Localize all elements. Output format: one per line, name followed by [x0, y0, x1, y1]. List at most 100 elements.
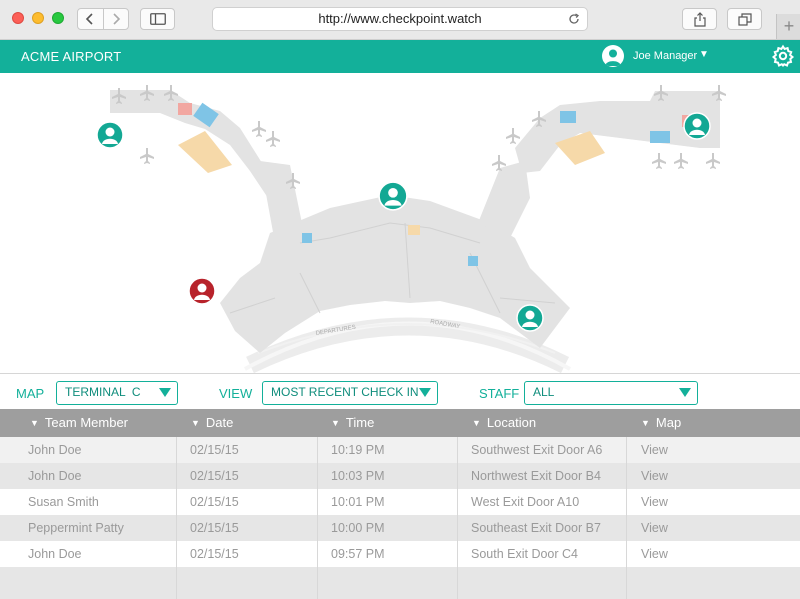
table-row[interactable]: John Doe 02/15/15 10:19 PM Southwest Exi…	[0, 437, 800, 463]
view-map-link[interactable]: View	[641, 463, 668, 489]
sort-arrow-icon: ▼	[30, 418, 39, 428]
cell-time: 10:01 PM	[331, 495, 385, 509]
user-menu-name[interactable]: Joe Manager	[633, 50, 697, 62]
cell-member: John Doe	[28, 547, 82, 561]
cell-location: Southeast Exit Door B7	[471, 521, 601, 535]
staff-alert-icon	[188, 277, 216, 305]
chevron-left-icon	[86, 13, 93, 25]
user-avatar-icon[interactable]	[602, 45, 624, 67]
table-row[interactable]: John Doe 02/15/15 09:57 PM South Exit Do…	[0, 541, 800, 567]
chevron-right-icon	[113, 13, 120, 25]
table-row[interactable]: Peppermint Patty 02/15/15 10:00 PM South…	[0, 515, 800, 541]
close-window-button[interactable]	[12, 12, 24, 24]
url-text: http://www.checkpoint.watch	[318, 11, 482, 26]
sidebar-toggle-button[interactable]	[140, 8, 175, 30]
view-map-link[interactable]: View	[641, 437, 668, 463]
cell-member: Susan Smith	[28, 495, 99, 509]
app-title: ACME AIRPORT	[21, 49, 122, 64]
map-select[interactable]: TERMINAL C	[56, 381, 178, 405]
view-map-link[interactable]: View	[641, 489, 668, 515]
history-nav	[77, 8, 129, 30]
chevron-down-icon	[679, 388, 691, 397]
cell-date: 02/15/15	[190, 443, 239, 457]
forward-button[interactable]	[102, 9, 129, 29]
cell-location: Southwest Exit Door A6	[471, 443, 603, 457]
cell-time: 09:57 PM	[331, 547, 385, 561]
column-divider	[317, 437, 318, 599]
back-button[interactable]	[78, 9, 103, 29]
view-map-link[interactable]: View	[641, 515, 668, 541]
view-select-value: MOST RECENT CHECK IN	[271, 385, 419, 399]
column-header-map[interactable]: ▼ Map	[641, 409, 681, 437]
sort-arrow-icon: ▼	[641, 418, 650, 428]
staff-select[interactable]: ALL	[524, 381, 698, 405]
staff-marker-alert[interactable]	[188, 277, 216, 310]
user-silhouette-icon	[605, 49, 621, 66]
column-header-time[interactable]: ▼ Time	[331, 409, 374, 437]
column-header-team-member[interactable]: ▼ Team Member	[30, 409, 128, 437]
cell-date: 02/15/15	[190, 521, 239, 535]
staff-marker[interactable]	[683, 112, 711, 145]
chevron-down-icon	[419, 388, 431, 397]
cell-time: 10:03 PM	[331, 469, 385, 483]
column-divider	[626, 437, 627, 599]
map-filter-label: MAP	[16, 386, 45, 401]
cell-location: South Exit Door C4	[471, 547, 578, 561]
sort-arrow-icon: ▼	[191, 418, 200, 428]
staff-marker[interactable]	[96, 121, 124, 154]
address-bar[interactable]: http://www.checkpoint.watch	[212, 7, 588, 31]
share-button[interactable]	[682, 8, 717, 30]
staff-marker[interactable]	[378, 181, 408, 216]
column-divider	[457, 437, 458, 599]
table-row-empty	[0, 567, 800, 599]
terminal-floorplan: DEPARTURES ROADWAY	[110, 85, 726, 373]
user-menu-caret-icon[interactable]: ▼	[699, 49, 709, 60]
maximize-window-button[interactable]	[52, 12, 64, 24]
staff-filter-label: STAFF	[479, 386, 520, 401]
reload-icon[interactable]	[567, 12, 581, 26]
staff-ok-icon	[683, 112, 711, 140]
app-header: ACME AIRPORT Joe Manager ▼	[0, 40, 800, 73]
plus-icon: +	[783, 16, 795, 36]
tabs-icon	[737, 12, 752, 26]
show-tabs-button[interactable]	[727, 8, 762, 30]
staff-ok-icon	[378, 181, 408, 211]
cell-time: 10:00 PM	[331, 521, 385, 535]
cell-date: 02/15/15	[190, 469, 239, 483]
cell-location: Northwest Exit Door B4	[471, 469, 601, 483]
cell-location: West Exit Door A10	[471, 495, 580, 509]
checkin-table: ▼ Team Member ▼ Date ▼ Time ▼ Location ▼ Map …	[0, 409, 800, 599]
cell-date: 02/15/15	[190, 495, 239, 509]
view-filter-label: VIEW	[219, 386, 253, 401]
minimize-window-button[interactable]	[32, 12, 44, 24]
browser-toolbar: http://www.checkpoint.watch +	[0, 0, 800, 40]
sort-arrow-icon: ▼	[472, 418, 481, 428]
staff-select-value: ALL	[533, 385, 555, 399]
staff-ok-icon	[516, 304, 544, 332]
table-row[interactable]: Susan Smith 02/15/15 10:01 PM West Exit …	[0, 489, 800, 515]
cell-member: Peppermint Patty	[28, 521, 124, 535]
share-icon	[693, 11, 706, 27]
terminal-building	[110, 90, 720, 353]
sort-arrow-icon: ▼	[331, 418, 340, 428]
view-select[interactable]: MOST RECENT CHECK IN	[262, 381, 438, 405]
cell-time: 10:19 PM	[331, 443, 385, 457]
staff-marker[interactable]	[516, 304, 544, 337]
view-map-link[interactable]: View	[641, 541, 668, 567]
column-divider	[176, 437, 177, 599]
table-row[interactable]: John Doe 02/15/15 10:03 PM Northwest Exi…	[0, 463, 800, 489]
staff-ok-icon	[96, 121, 124, 149]
gear-icon[interactable]	[771, 44, 795, 68]
chevron-down-icon	[159, 388, 171, 397]
terminal-map[interactable]: DEPARTURES ROADWAY	[0, 73, 800, 373]
filter-bar: MAP TERMINAL C VIEW MOST RECENT CHECK IN…	[0, 373, 800, 410]
table-header: ▼ Team Member ▼ Date ▼ Time ▼ Location ▼ Map	[0, 409, 800, 437]
cell-date: 02/15/15	[190, 547, 239, 561]
cell-member: John Doe	[28, 443, 82, 457]
cell-member: John Doe	[28, 469, 82, 483]
map-select-value: TERMINAL C	[65, 385, 141, 399]
column-header-location[interactable]: ▼ Location	[472, 409, 536, 437]
column-header-date[interactable]: ▼ Date	[191, 409, 233, 437]
new-tab-button[interactable]: +	[776, 14, 800, 39]
sidebar-icon	[149, 13, 166, 25]
